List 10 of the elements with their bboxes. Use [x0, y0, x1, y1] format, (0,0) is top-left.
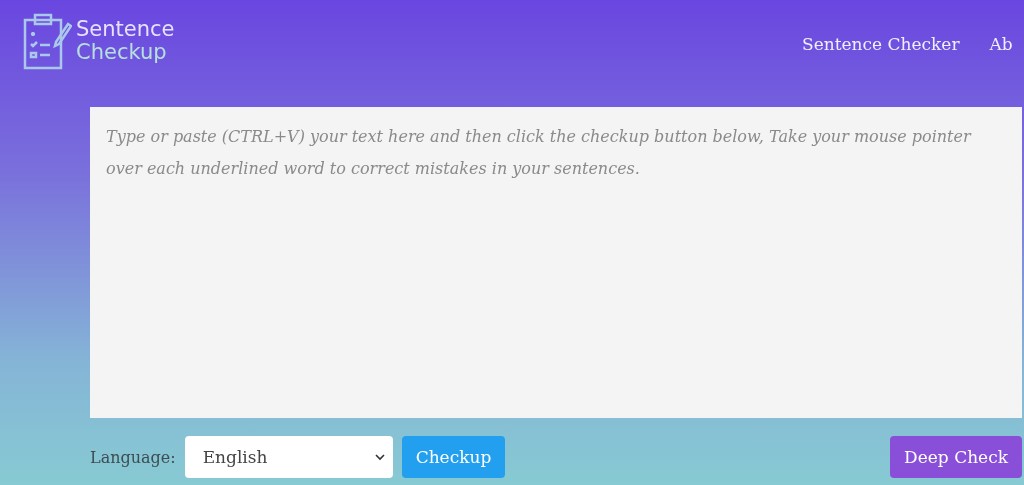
- deep-check-button[interactable]: Deep Check: [890, 436, 1022, 478]
- nav-link[interactable]: Ab: [989, 34, 1013, 54]
- language-label: Language:: [90, 447, 176, 467]
- text-input-field[interactable]: Type or paste (CTRL+V) your text here and then click the checkup button below, Take your mouse pointer over each underlined word to correct mistakes in your sentences.: [90, 107, 1022, 418]
- nav-link[interactable]: Sentence Checker: [802, 34, 960, 54]
- logo-text: Sentence Checkup: [76, 18, 175, 64]
- checkup-button[interactable]: Checkup: [401, 436, 506, 478]
- clipboard-icon: [22, 12, 72, 70]
- chevron-down-icon: [374, 453, 385, 461]
- language-select[interactable]: English: [184, 436, 393, 478]
